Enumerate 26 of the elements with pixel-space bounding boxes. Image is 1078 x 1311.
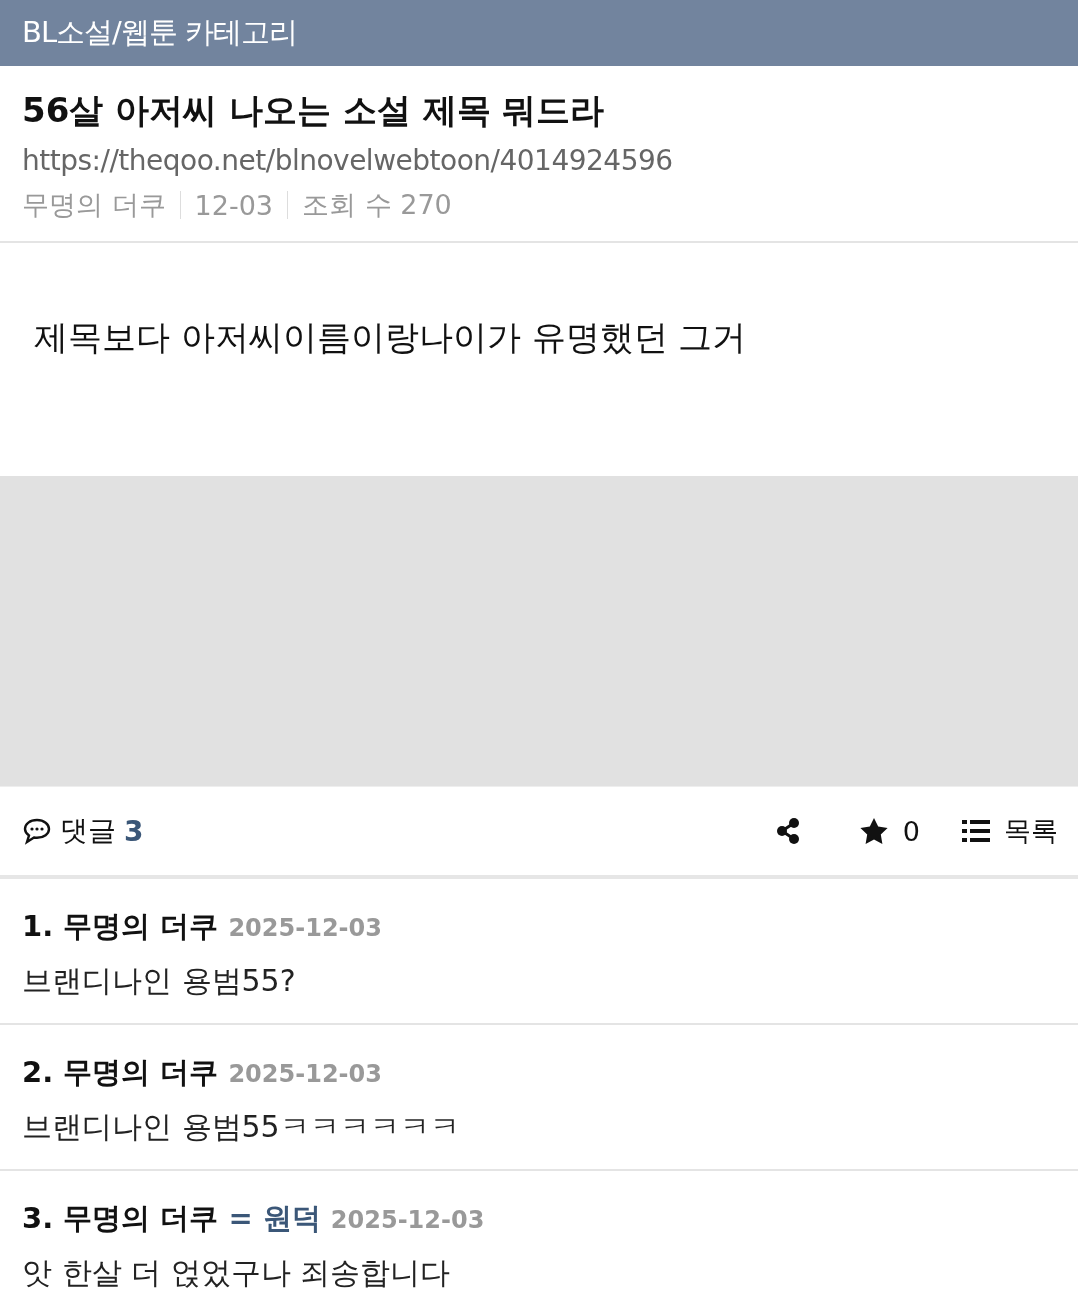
star-button[interactable]: 0 <box>858 815 920 847</box>
category-title[interactable]: BL소설/웹툰 카테고리 <box>22 13 298 53</box>
post-date: 12-03 <box>194 189 274 221</box>
comment-author: 3. 무명의 더쿠 <box>22 1200 219 1237</box>
post-url[interactable]: https://theqoo.net/blnovelwebtoon/4014924596 <box>22 144 1056 177</box>
comment-text: 브랜디나인 용범55ㅋㅋㅋㅋㅋㅋ <box>22 1108 461 1146</box>
comment-date: 2025-12-03 <box>228 914 382 942</box>
comment-text: 브랜디나인 용범55? <box>22 962 297 1000</box>
comment-text: 앗 한살 더 얹었구나 죄송합니다 <box>22 1254 452 1292</box>
comment-date: 2025-12-03 <box>330 1206 485 1234</box>
comments-label: 댓글 <box>60 813 116 849</box>
post-author: 무명의 더쿠 <box>22 188 166 222</box>
speech-bubble-icon <box>22 817 52 845</box>
list-button[interactable]: 목록 <box>962 813 1058 849</box>
comment-date: 2025-12-03 <box>228 1060 382 1088</box>
share-button[interactable] <box>774 817 801 845</box>
star-icon <box>858 817 889 845</box>
share-icon <box>774 817 801 845</box>
comment-author: 1. 무명의 더쿠 <box>22 908 219 945</box>
author-mark: = 원덕 <box>228 1200 321 1237</box>
comments-count: 3 <box>124 814 144 848</box>
post-body: 제목보다 아저씨이름이랑나이가 유명했던 그거 <box>34 317 747 357</box>
post-views: 조회 수 270 <box>302 188 452 222</box>
comment-author: 2. 무명의 더쿠 <box>22 1054 219 1091</box>
post-title: 56살 아저씨 나오는 소설 제목 뭐드라 <box>22 89 606 132</box>
list-icon <box>962 819 990 843</box>
